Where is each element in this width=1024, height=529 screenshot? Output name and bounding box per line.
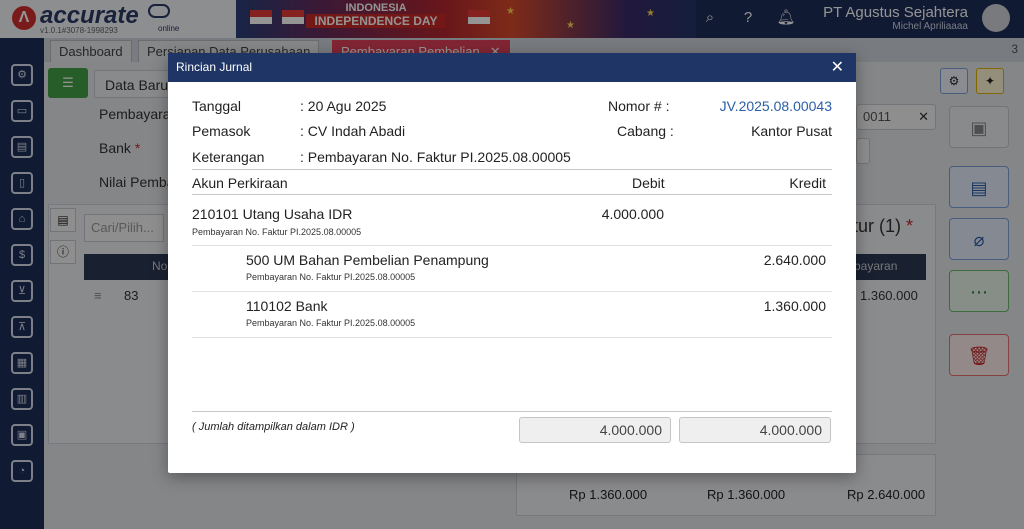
close-icon[interactable]: ✕ [831,57,844,77]
journal-row: 110102 Bank Pembayaran No. Faktur PI.202… [192,292,832,338]
keterangan-value: : Pembayaran No. Faktur PI.2025.08.00005 [300,149,571,165]
currency-note: ( Jumlah ditampilkan dalam IDR ) [192,421,355,433]
nomor-label: Nomor # : [608,98,670,114]
col-kredit: Kredit [789,175,826,191]
dialog-header: Rincian Jurnal ✕ [168,53,856,82]
total-kredit: 4.000.000 [679,417,831,443]
pemasok-value: : CV Indah Abadi [300,123,406,139]
total-debit: 4.000.000 [519,417,671,443]
kredit-value: 2.640.000 [763,252,826,268]
tanggal-value: : 20 Agu 2025 [300,98,387,114]
col-akun: Akun Perkiraan [192,175,288,191]
journal-number-link[interactable]: JV.2025.08.00043 [720,98,832,114]
account-name: 210101 Utang Usaha IDR [192,206,353,222]
col-debit: Debit [632,175,665,191]
journal-row: 500 UM Bahan Pembelian Penampung Pembaya… [192,246,832,292]
account-name: 500 UM Bahan Pembelian Penampung [246,252,489,268]
journal-table-header: Akun Perkiraan Debit Kredit [192,169,832,195]
pemasok-label: Pemasok [192,123,251,139]
kredit-value: 1.360.000 [763,298,826,314]
journal-detail-dialog: Rincian Jurnal ✕ Tanggal : 20 Agu 2025 P… [168,53,856,473]
debit-value: 4.000.000 [601,206,664,222]
account-note: Pembayaran No. Faktur PI.2025.08.00005 [246,318,416,328]
account-note: Pembayaran No. Faktur PI.2025.08.00005 [246,272,416,282]
dialog-title: Rincian Jurnal [176,60,253,74]
footer-divider [192,411,832,412]
account-note: Pembayaran No. Faktur PI.2025.08.00005 [192,227,362,237]
journal-row: 210101 Utang Usaha IDR Pembayaran No. Fa… [192,196,832,246]
tanggal-label: Tanggal [192,98,242,114]
account-name: 110102 Bank [246,298,328,314]
cabang-value: Kantor Pusat [751,123,832,139]
keterangan-label: Keterangan [192,149,265,165]
cabang-label: Cabang : [617,123,674,139]
